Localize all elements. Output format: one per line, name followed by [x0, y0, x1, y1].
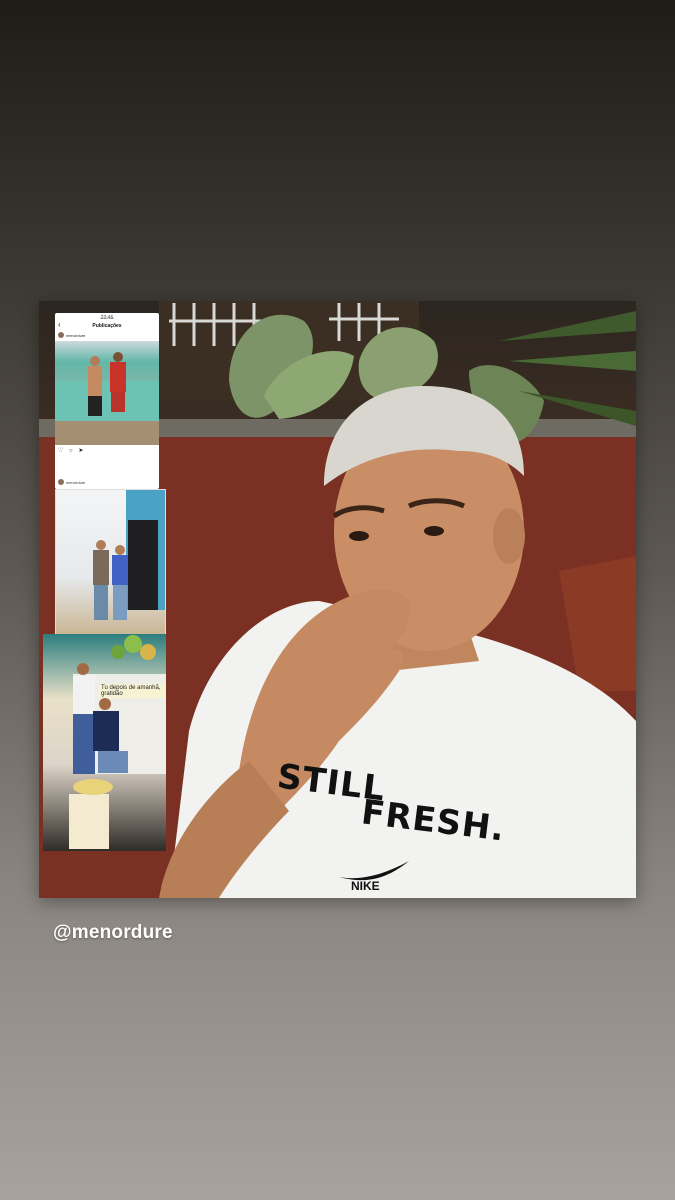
- two-men-indoor: [93, 490, 165, 620]
- party-banner: Tu depois de amanhã, gratidão: [99, 684, 166, 698]
- post-footer: menordure: [58, 479, 85, 485]
- instagram-post-screenshot: 22:46 ‹ menordure Publicações menordure …: [55, 313, 159, 489]
- two-men-photo: [55, 352, 159, 445]
- profile-small-label: menordure: [99, 316, 115, 320]
- party-photo: Tu depois de amanhã, gratidão: [43, 634, 166, 851]
- avatar: [58, 479, 64, 485]
- post-image: [55, 341, 159, 445]
- footer-username: menordure: [66, 479, 86, 485]
- story-photo: STILL FRESH. NIKE 22:46 ‹ menordure Publ…: [39, 301, 636, 898]
- post-action-icons: ♡ ○ ➤: [58, 448, 86, 454]
- post-username: menordure: [66, 332, 86, 338]
- party-scene: [69, 635, 166, 849]
- post-header: menordure: [58, 332, 85, 338]
- indoor-photo: [55, 489, 166, 636]
- publications-title: Publicações: [92, 323, 122, 329]
- avatar: [58, 332, 64, 338]
- shirt-brand: NIKE: [351, 879, 380, 893]
- story-mention-caption[interactable]: @menordure: [53, 922, 173, 944]
